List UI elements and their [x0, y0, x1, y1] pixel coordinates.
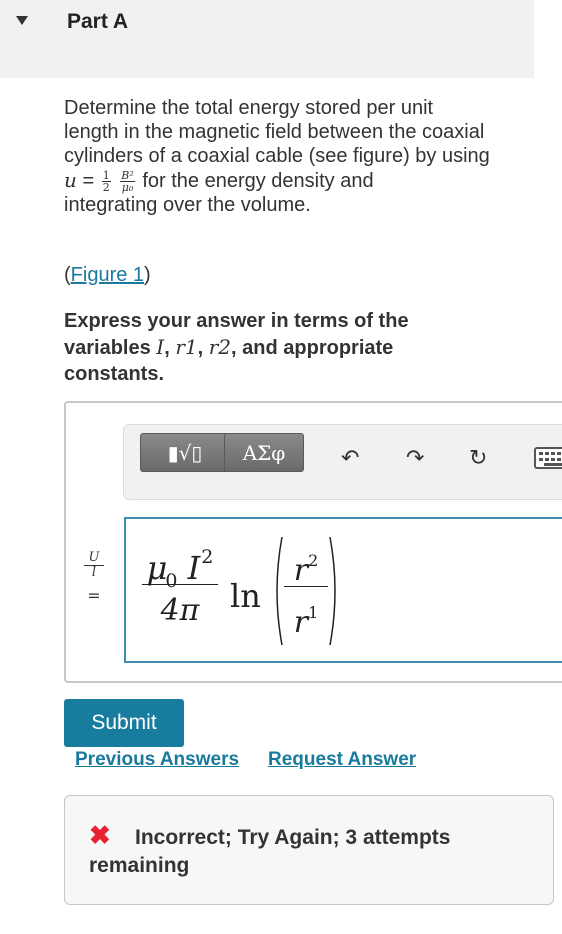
figure-link[interactable]: Figure 1: [71, 264, 144, 286]
math-answer-input[interactable]: μ0 I2 4π ln r2 r1: [124, 517, 562, 663]
formula-fraction-half: 1 2: [101, 169, 111, 195]
problem-line: integrating over the volume.: [64, 194, 311, 217]
problem-line: Determine the total energy stored per un…: [64, 97, 434, 119]
formula-u: u: [64, 168, 77, 192]
feedback-message: Incorrect; Try Again; 3 attempts remaini…: [89, 826, 451, 877]
submit-button[interactable]: Submit: [64, 699, 184, 747]
variable-r2: r2: [208, 335, 232, 359]
greek-symbols-button[interactable]: ΑΣφ: [224, 433, 304, 472]
problem-statement: Determine the total energy stored per un…: [64, 96, 544, 217]
variable-r1: r1: [175, 335, 198, 359]
redo-icon[interactable]: ↷: [406, 445, 424, 471]
part-header[interactable]: Part A: [0, 0, 534, 78]
answer-inner-fraction: r2 r1: [284, 535, 328, 640]
answer-instructions: Express your answer in terms of the vari…: [64, 310, 409, 385]
right-paren: [329, 536, 336, 646]
answer-lhs: U l =: [84, 551, 104, 605]
request-answer-link[interactable]: Request Answer: [268, 749, 416, 771]
templates-button[interactable]: ▮√▯: [140, 433, 230, 472]
feedback-box: ✖ Incorrect; Try Again; 3 attempts remai…: [64, 795, 554, 905]
reset-icon[interactable]: ↻: [469, 445, 487, 471]
keyboard-icon[interactable]: [534, 447, 562, 469]
figure-link-wrap: (Figure 1): [64, 264, 151, 286]
answer-main-fraction: μ0 I2 4π: [142, 529, 218, 637]
formula-fraction-b-mu: B² μ₀: [120, 169, 135, 195]
answer-box: ▮√▯ ΑΣφ ↶ ↷ ↻ U l = μ0 I2 4π ln r2 r1: [64, 401, 562, 683]
collapse-caret-icon[interactable]: [16, 16, 28, 25]
formula-equals: =: [82, 170, 95, 192]
previous-answers-link[interactable]: Previous Answers: [75, 749, 239, 771]
undo-icon[interactable]: ↶: [341, 445, 359, 471]
math-toolbar: ▮√▯ ΑΣφ ↶ ↷ ↻: [123, 424, 562, 500]
problem-line: for the energy density and: [142, 170, 374, 192]
problem-line: cylinders of a coaxial cable (see figure…: [64, 145, 490, 167]
left-paren: [276, 536, 283, 646]
variable-I: I: [156, 335, 165, 359]
answer-ln: ln: [230, 577, 261, 615]
part-title: Part A: [67, 10, 129, 33]
problem-line: length in the magnetic field between the…: [64, 121, 485, 143]
formula-line: u = 1 2 B² μ₀ for the energy density and: [64, 168, 544, 193]
